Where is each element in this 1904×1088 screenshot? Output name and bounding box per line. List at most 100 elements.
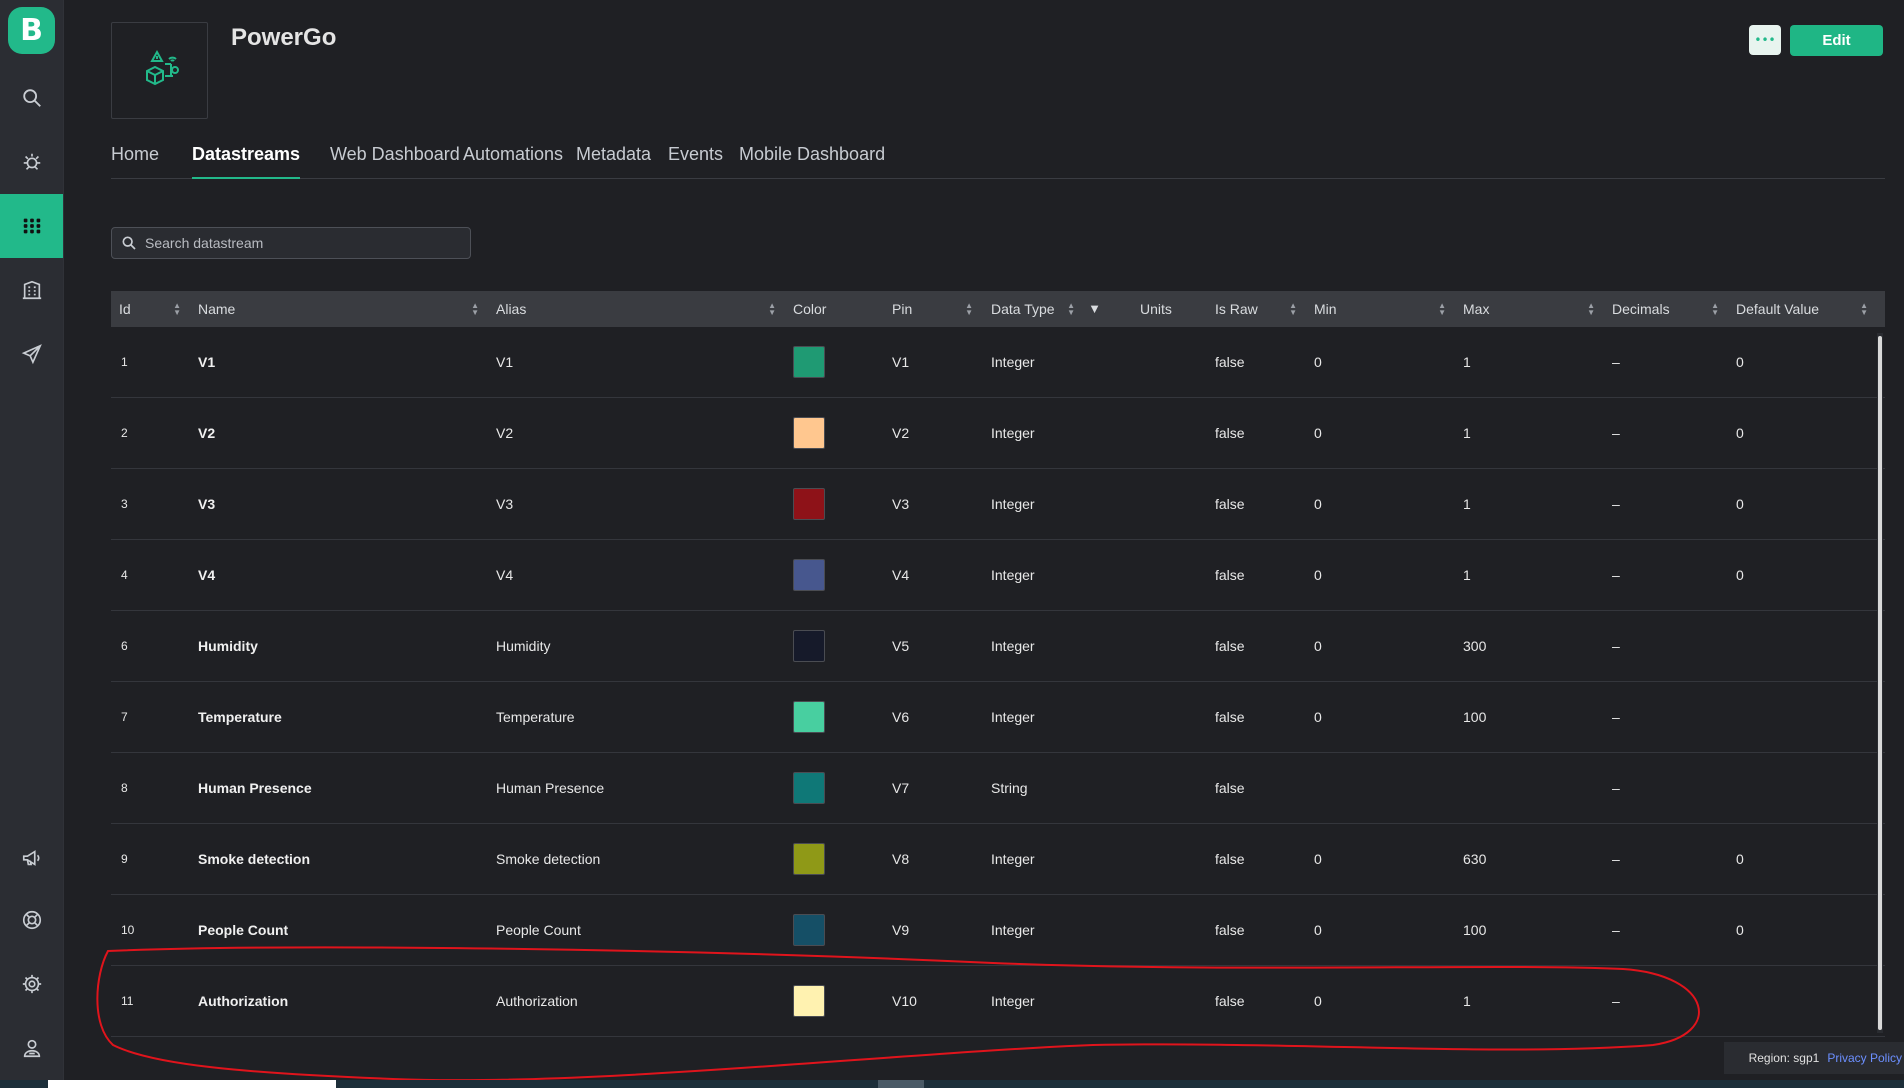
cell-id: 9 [121,852,128,866]
lifebuoy-icon[interactable] [0,888,63,952]
cell-min: 0 [1314,354,1322,370]
app-logo[interactable]: B [8,7,55,54]
sort-icon[interactable]: ▲ ▼ [965,302,973,317]
privacy-policy-link[interactable]: Privacy Policy [1827,1051,1902,1065]
datastreams-table: Id ▲ ▼ Name ▲ ▼ Alias ▲ ▼ Color Pin ▲ ▼ Data Typ… [111,291,1885,1037]
tab-home[interactable]: Home [111,144,159,178]
cell-max: 1 [1463,425,1471,441]
search-input[interactable] [137,234,470,252]
send-icon[interactable] [0,322,63,386]
grid-icon[interactable] [0,194,63,258]
sort-icon[interactable]: ▲ ▼ [1438,302,1446,317]
cell-type: Integer [991,425,1035,441]
tab-events[interactable]: Events [668,144,723,178]
scrollbar-thumb[interactable] [1878,336,1882,1030]
search-box[interactable] [111,227,471,259]
table-row[interactable]: 4 V4 V4 V4 Integer false 0 1 – 0 [111,540,1885,611]
table-row[interactable]: 10 People Count People Count V9 Integer false… [111,895,1885,966]
column-header-default-value[interactable]: Default Value ▲ ▼ [1736,291,1876,327]
sort-icon[interactable]: ▲ ▼ [1711,302,1719,317]
tab-metadata[interactable]: Metadata [576,144,651,178]
cell-color [793,966,825,1036]
cell-alias: Authorization [496,993,578,1009]
column-header-color: Color [793,301,827,317]
cell-color [793,327,825,397]
device-template-icon [145,49,179,85]
bug-icon[interactable] [0,130,63,194]
cell-raw: false [1215,922,1245,938]
region-label: Region: sgp1 [1748,1051,1820,1065]
cell-pin: V10 [892,993,917,1009]
table-row[interactable]: 2 V2 V2 V2 Integer false 0 1 – 0 [111,398,1885,469]
cell-type: Integer [991,709,1035,725]
cell-pin: V3 [892,496,910,512]
column-header-data-type[interactable]: Data Type ▲ ▼ ▼ [991,291,1107,327]
megaphone-icon[interactable] [0,826,63,890]
sort-icon[interactable]: ▲ ▼ [471,302,479,317]
table-row[interactable]: 3 V3 V3 V3 Integer false 0 1 – 0 [111,469,1885,540]
cell-name: V3 [198,496,216,512]
cell-type: Integer [991,496,1035,512]
table-row[interactable]: 8 Human Presence Human Presence V7 String fal… [111,753,1885,824]
column-header-decimals[interactable]: Decimals ▲ ▼ [1612,291,1727,327]
cell-raw: false [1215,496,1245,512]
table-row[interactable]: 11 Authorization Authorization V10 Integer fa… [111,966,1885,1037]
table-row[interactable]: 9 Smoke detection Smoke detection V8 Integer… [111,824,1885,895]
tab-automations[interactable]: Automations [463,144,563,178]
cell-type: Integer [991,638,1035,654]
cell-pin: V8 [892,851,910,867]
cell-def: 0 [1736,496,1744,512]
sort-icon[interactable]: ▲ ▼ [1067,302,1075,317]
sort-icon[interactable]: ▲ ▼ [768,302,776,317]
cell-max: 1 [1463,567,1471,583]
column-header-is-raw[interactable]: Is Raw ▲ ▼ [1215,291,1305,327]
cell-raw: false [1215,638,1245,654]
cell-max: 1 [1463,354,1471,370]
cell-dec: – [1612,993,1620,1009]
cell-dec: – [1612,354,1620,370]
filter-icon[interactable]: ▼ [1088,301,1101,316]
cell-color [793,469,825,539]
user-badge-icon[interactable] [0,1016,63,1080]
more-options-button[interactable]: ••• [1749,25,1781,55]
cell-id: 11 [121,994,134,1008]
column-header-id[interactable]: Id ▲ ▼ [119,291,189,327]
column-header-max[interactable]: Max ▲ ▼ [1463,291,1603,327]
table-row[interactable]: 7 Temperature Temperature V6 Integer false 0 10… [111,682,1885,753]
edit-button[interactable]: Edit [1790,25,1883,56]
table-row[interactable]: 1 V1 V1 V1 Integer false 0 1 – 0 [111,327,1885,398]
tab-mobile-dashboard[interactable]: Mobile Dashboard [739,144,885,178]
cell-def: 0 [1736,425,1744,441]
column-header-min[interactable]: Min ▲ ▼ [1314,291,1454,327]
table-row[interactable]: 6 Humidity Humidity V5 Integer false 0 300 – [111,611,1885,682]
bottom-scrollbar[interactable] [0,1080,1904,1088]
bottom-scrollbar-segment [878,1080,924,1088]
building-icon[interactable] [0,258,63,322]
table-header: Id ▲ ▼ Name ▲ ▼ Alias ▲ ▼ Color Pin ▲ ▼ Data Typ… [111,291,1885,327]
search-icon[interactable] [0,66,63,130]
cell-color [793,540,825,610]
bottom-scrollbar-segment [48,1080,336,1088]
cell-alias: Humidity [496,638,551,654]
gear-icon[interactable] [0,952,63,1016]
cell-alias: People Count [496,922,581,938]
sort-icon[interactable]: ▲ ▼ [1289,302,1297,317]
sort-icon[interactable]: ▲ ▼ [1860,302,1868,317]
color-swatch [793,559,825,591]
column-header-pin[interactable]: Pin ▲ ▼ [892,291,981,327]
cell-id: 1 [121,355,128,369]
tab-datastreams[interactable]: Datastreams [192,144,301,179]
sort-icon[interactable]: ▲ ▼ [173,302,181,317]
cell-def: 0 [1736,922,1744,938]
tab-web-dashboard[interactable]: Web Dashboard [330,144,460,178]
cell-color [793,753,825,823]
sort-icon[interactable]: ▲ ▼ [1587,302,1595,317]
cell-raw: false [1215,780,1245,796]
cell-id: 6 [121,639,128,653]
cell-alias: V2 [496,425,514,441]
column-header-name[interactable]: Name ▲ ▼ [198,291,487,327]
cell-dec: – [1612,425,1620,441]
cell-name: Authorization [198,993,289,1009]
column-header-units: Units [1140,301,1172,317]
column-header-alias[interactable]: Alias ▲ ▼ [496,291,784,327]
